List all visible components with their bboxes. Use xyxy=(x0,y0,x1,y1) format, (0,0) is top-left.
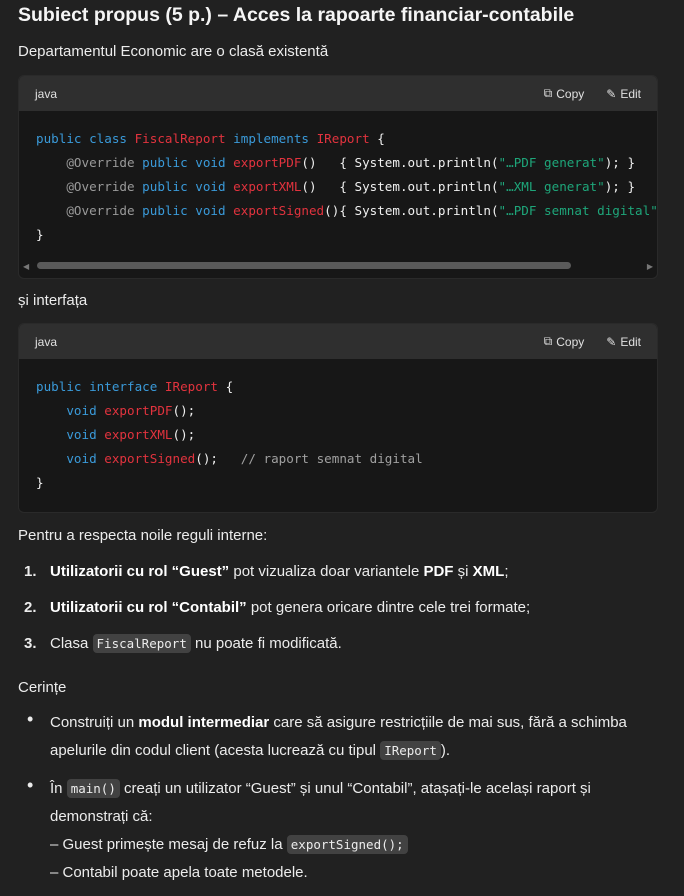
code-token: implements xyxy=(225,131,317,146)
inline-code: IReport xyxy=(380,741,441,760)
edit-icon: ✎ xyxy=(606,334,617,349)
list-item: Construiți un modul intermediar care să … xyxy=(50,714,627,760)
list-item: Utilizatorii cu rol “Guest” pot vizualiz… xyxy=(50,563,509,580)
code-token: // raport semnat digital xyxy=(240,451,423,466)
code-token: (){ System.out.println( xyxy=(324,203,499,218)
code-token: exportPDF xyxy=(104,403,173,418)
code-token: void xyxy=(36,427,105,442)
list-number: 2. xyxy=(24,599,37,616)
copy-button[interactable]: ⧉ Copy xyxy=(544,86,585,101)
code-token: public void xyxy=(142,155,234,170)
code-token: void xyxy=(36,403,105,418)
code-token: (); xyxy=(172,403,196,418)
edit-button[interactable]: ✎ Edit xyxy=(606,87,641,101)
scroll-left-icon[interactable]: ◀ xyxy=(23,262,29,271)
list-item: Utilizatorii cu rol “Contabil” pot gener… xyxy=(50,599,531,616)
code-token: { xyxy=(369,131,385,146)
code-token: exportXML xyxy=(233,179,302,194)
code-token: FiscalReport xyxy=(134,131,226,146)
code-token: "…XML generat" xyxy=(498,179,605,194)
list-item: În main() creați un utilizator “Guest” ș… xyxy=(50,779,591,881)
code-token: exportXML xyxy=(104,427,173,442)
page-title: Subiect propus (5 p.) – Acces la rapoart… xyxy=(18,4,575,26)
copy-icon: ⧉ xyxy=(543,334,553,348)
list-number: 3. xyxy=(24,635,37,652)
code-token: () { System.out.println( xyxy=(301,179,499,194)
code-token: (); xyxy=(172,427,196,442)
bullet-icon: • xyxy=(27,775,34,795)
copy-icon: ⧉ xyxy=(543,86,553,100)
requirements-heading: Cerințe xyxy=(18,679,67,696)
code-token: IReport xyxy=(164,379,218,394)
interface-intro: și interfața xyxy=(18,292,88,309)
code-token: void xyxy=(36,451,105,466)
edit-label: Edit xyxy=(620,334,641,349)
code-content: public interface IReport { void exportPD… xyxy=(19,359,657,507)
code-language: java xyxy=(35,334,58,349)
code-token: } xyxy=(36,227,44,242)
copy-label: Copy xyxy=(556,334,585,349)
code-block-class: java ⧉ Copy ✎ Edit public class FiscalRepo… xyxy=(18,75,658,279)
code-token: exportPDF xyxy=(233,155,302,170)
code-token: () { System.out.println( xyxy=(301,155,499,170)
code-token: ); } xyxy=(604,179,636,194)
scroll-right-icon[interactable]: ▶ xyxy=(647,262,653,271)
code-content: public class FiscalReport implements IRe… xyxy=(19,111,657,259)
code-token: exportSigned xyxy=(104,451,196,466)
code-token: { xyxy=(217,379,234,394)
code-token: (); xyxy=(195,451,241,466)
code-token: IReport xyxy=(316,131,370,146)
inline-code: exportSigned(); xyxy=(286,835,408,854)
code-token: public void xyxy=(142,179,234,194)
edit-icon: ✎ xyxy=(606,86,617,101)
copy-label: Copy xyxy=(556,86,585,101)
copy-button[interactable]: ⧉ Copy xyxy=(544,334,585,349)
code-token: ); } xyxy=(604,155,636,170)
horizontal-scrollbar[interactable]: ◀ ▶ xyxy=(19,259,657,273)
intro-text: Departamentul Economic are o clasă exist… xyxy=(18,43,329,60)
edit-label: Edit xyxy=(620,86,641,101)
code-token: exportSigned xyxy=(233,203,325,218)
code-token: "…PDF semnat digital" xyxy=(498,203,657,218)
inline-code: FiscalReport xyxy=(92,634,191,653)
code-token: } xyxy=(36,475,44,490)
code-language: java xyxy=(35,86,58,101)
code-token: public interface xyxy=(36,379,165,394)
code-token: "…PDF generat" xyxy=(498,155,605,170)
code-token: public class xyxy=(36,131,135,146)
inline-code: main() xyxy=(66,779,120,798)
list-item: Clasa FiscalReport nu poate fi modificat… xyxy=(50,634,342,653)
code-token: public void xyxy=(142,203,234,218)
code-token: @Override xyxy=(36,155,143,170)
code-token: @Override xyxy=(36,203,143,218)
rules-intro: Pentru a respecta noile reguli interne: xyxy=(18,527,268,544)
edit-button[interactable]: ✎ Edit xyxy=(606,335,641,349)
code-block-interface: java ⧉ Copy ✎ Edit public interface IRepor… xyxy=(18,323,658,513)
list-number: 1. xyxy=(24,563,37,580)
bullet-icon: • xyxy=(27,709,34,729)
scrollbar-thumb[interactable] xyxy=(37,262,571,269)
code-token: @Override xyxy=(36,179,143,194)
